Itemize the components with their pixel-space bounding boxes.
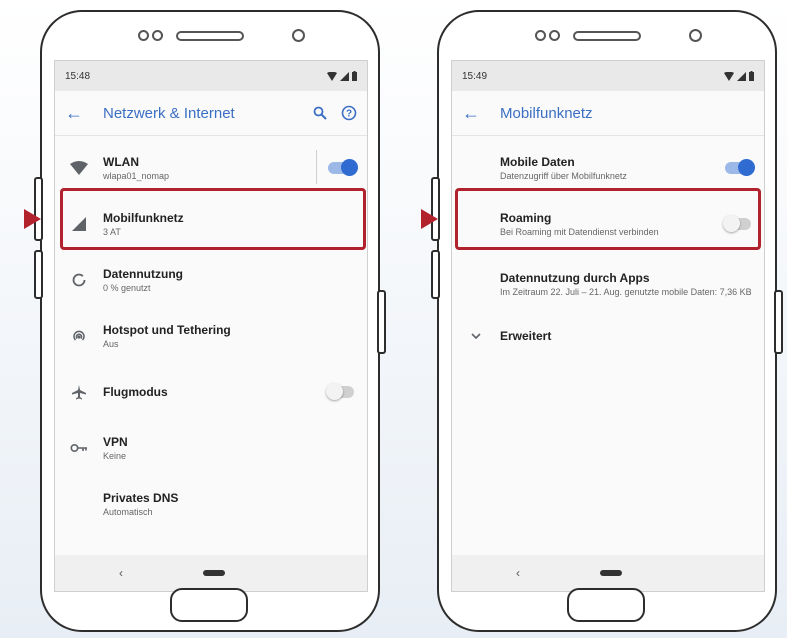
power-button [377, 290, 386, 354]
item-title: Roaming [500, 210, 552, 225]
list-item-roaming[interactable]: Roaming Bei Roaming mit Datendienst verb… [452, 196, 764, 252]
item-subtitle: Keine [103, 450, 127, 461]
item-title: WLAN [103, 154, 139, 169]
item-title: Datennutzung durch Apps [500, 270, 650, 285]
status-icons [724, 71, 754, 81]
list-item-mobilfunknetz[interactable]: Mobilfunknetz 3 AT [55, 196, 367, 252]
page-title: Netzwerk & Internet [103, 104, 235, 122]
front-camera [292, 29, 305, 42]
page-title: Mobilfunknetz [500, 104, 593, 122]
item-title: Mobilfunknetz [103, 210, 184, 225]
item-title: Flugmodus [103, 385, 168, 399]
roaming-toggle[interactable] [723, 215, 751, 232]
list-item-app-data-usage[interactable]: Datennutzung durch Apps Im Zeitraum 22. … [452, 252, 764, 316]
status-time: 15:48 [65, 70, 91, 82]
item-subtitle: wlapa01_nomap [103, 170, 170, 181]
mobile-daten-toggle[interactable] [725, 159, 755, 176]
settings-list: Mobile Daten Datenzugriff über Mobilfunk… [452, 136, 764, 356]
status-icons [327, 71, 357, 81]
earpiece-speaker [176, 31, 244, 41]
signal-status-icon [737, 71, 746, 81]
item-title: Mobile Daten [500, 154, 575, 169]
front-camera [689, 29, 702, 42]
status-bar: 15:49 [452, 61, 764, 91]
wifi-status-icon [724, 71, 734, 81]
nav-back-icon[interactable]: ‹ [516, 566, 520, 580]
screen: 15:48 ← Netzwerk & Internet ? WLAN wlapa… [54, 60, 368, 592]
status-bar: 15:48 [55, 61, 367, 91]
item-subtitle: 0 % genutzt [103, 282, 151, 293]
item-subtitle: Im Zeitraum 22. Juli – 21. Aug. genutzte… [500, 286, 752, 297]
signal-status-icon [340, 71, 349, 81]
phone-right: 15:49 ← Mobilfunknetz Mobile Daten Daten… [431, 10, 783, 632]
battery-icon [352, 71, 357, 81]
back-arrow-icon[interactable]: ← [462, 103, 492, 124]
nav-home-pill[interactable] [203, 570, 225, 576]
chevron-down-icon [452, 332, 500, 340]
wifi-icon [55, 161, 103, 175]
item-title: Datennutzung [103, 266, 183, 281]
sensor-dot [138, 30, 149, 41]
item-title: Hotspot und Tethering [103, 322, 231, 337]
volume-button-lower [34, 250, 43, 299]
item-subtitle: 3 AT [103, 226, 121, 237]
status-time: 15:49 [462, 70, 488, 82]
list-item-wlan[interactable]: WLAN wlapa01_nomap [55, 140, 367, 196]
hardware-home-button[interactable] [170, 588, 248, 622]
item-title: Privates DNS [103, 490, 179, 505]
list-item-private-dns[interactable]: Privates DNS Automatisch [55, 476, 367, 532]
back-arrow-icon[interactable]: ← [65, 103, 95, 124]
list-item-mobile-daten[interactable]: Mobile Daten Datenzugriff über Mobilfunk… [452, 140, 764, 196]
list-item-erweitert[interactable]: Erweitert [452, 316, 764, 356]
svg-text:?: ? [346, 109, 352, 120]
pointer-arrow [24, 209, 41, 229]
item-subtitle: Datenzugriff über Mobilfunknetz [500, 170, 627, 181]
volume-button-lower [431, 250, 440, 299]
pointer-arrow [421, 209, 438, 229]
hotspot-icon [55, 328, 103, 344]
flugmodus-toggle[interactable] [326, 383, 354, 400]
phone-left: 15:48 ← Netzwerk & Internet ? WLAN wlapa… [34, 10, 386, 632]
app-bar: ← Netzwerk & Internet ? [55, 91, 367, 136]
airplane-icon [55, 384, 103, 400]
help-icon[interactable]: ? [341, 105, 357, 121]
list-item-datennutzung[interactable]: Datennutzung 0 % genutzt [55, 252, 367, 308]
search-icon[interactable] [313, 106, 327, 120]
settings-list: WLAN wlapa01_nomap Mobilfunknetz 3 AT Da… [55, 136, 367, 532]
vertical-divider [316, 150, 317, 184]
hardware-home-button[interactable] [567, 588, 645, 622]
navigation-bar: ‹ [452, 555, 764, 591]
wlan-toggle[interactable] [328, 159, 358, 176]
vpn-key-icon [55, 443, 103, 453]
nav-home-pill[interactable] [600, 570, 622, 576]
sensor-dot [535, 30, 546, 41]
list-item-hotspot[interactable]: Hotspot und Tethering Aus [55, 308, 367, 364]
data-usage-icon [55, 273, 103, 287]
sensor-dot [152, 30, 163, 41]
app-bar: ← Mobilfunknetz [452, 91, 764, 136]
earpiece-speaker [573, 31, 641, 41]
item-title: Erweitert [500, 329, 552, 343]
wifi-status-icon [327, 71, 337, 81]
sensor-dot [549, 30, 560, 41]
signal-icon [55, 217, 103, 231]
nav-back-icon[interactable]: ‹ [119, 566, 123, 580]
item-subtitle: Bei Roaming mit Datendienst verbinden [500, 226, 659, 237]
screen: 15:49 ← Mobilfunknetz Mobile Daten Daten… [451, 60, 765, 592]
item-title: VPN [103, 434, 128, 449]
power-button [774, 290, 783, 354]
navigation-bar: ‹ [55, 555, 367, 591]
battery-icon [749, 71, 754, 81]
item-subtitle: Automatisch [103, 506, 153, 517]
list-item-vpn[interactable]: VPN Keine [55, 420, 367, 476]
list-item-flugmodus[interactable]: Flugmodus [55, 364, 367, 420]
item-subtitle: Aus [103, 338, 119, 349]
